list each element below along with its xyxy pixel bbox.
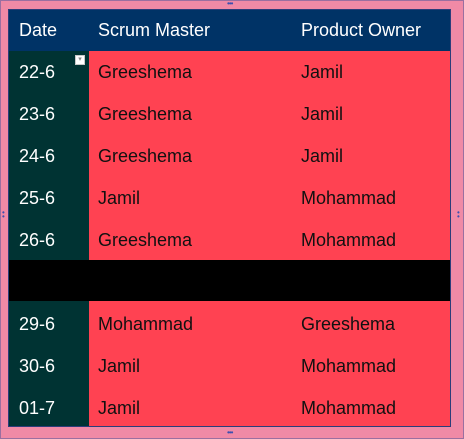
scrum-master-cell: Mohammad (98, 313, 194, 334)
header-date[interactable]: Date (19, 10, 57, 51)
date-cell: 29-6 (19, 313, 56, 334)
date-cell: 23-6 (19, 103, 56, 124)
resize-handle-top-icon[interactable]: ••• (227, 0, 233, 8)
product-owner-cell: Mohammad (301, 229, 397, 250)
scrum-master-cell: Jamil (98, 397, 141, 418)
dropdown-filter-icon[interactable]: ▾ (75, 55, 85, 65)
weekend-separator-row (9, 260, 450, 301)
date-cell: 30-6 (19, 355, 56, 376)
resize-handle-left-icon[interactable]: • • (2, 209, 5, 221)
product-owner-cell: Jamil (301, 145, 344, 166)
product-owner-cell: Jamil (301, 61, 344, 82)
table-header-row: Date Scrum Master Product Owner (9, 10, 450, 51)
scrum-master-cell: Jamil (98, 187, 141, 208)
scrum-master-cell: Greeshema (98, 145, 193, 166)
scrum-master-cell: Greeshema (98, 61, 193, 82)
product-owner-cell: Jamil (301, 103, 344, 124)
date-cell: 01-7 (19, 397, 56, 418)
resize-handle-right-icon[interactable]: • • (457, 209, 460, 221)
header-scrum-master[interactable]: Scrum Master (98, 10, 210, 51)
product-owner-cell: Greeshema (301, 313, 396, 334)
date-cell: 25-6 (19, 187, 56, 208)
date-cell: 26-6 (19, 229, 56, 250)
date-cell: 24-6 (19, 145, 56, 166)
resize-handle-bottom-icon[interactable]: ••• (227, 429, 233, 437)
schedule-table: Date Scrum Master Product Owner ▾ 22-6 G… (8, 9, 451, 427)
scrum-master-cell: Greeshema (98, 229, 193, 250)
scrum-master-cell: Greeshema (98, 103, 193, 124)
product-owner-cell: Mohammad (301, 187, 397, 208)
product-owner-cell: Mohammad (301, 397, 397, 418)
scrum-master-cell: Jamil (98, 355, 141, 376)
date-cell: 22-6 (19, 61, 56, 82)
product-owner-cell: Mohammad (301, 355, 397, 376)
header-product-owner[interactable]: Product Owner (301, 10, 421, 51)
